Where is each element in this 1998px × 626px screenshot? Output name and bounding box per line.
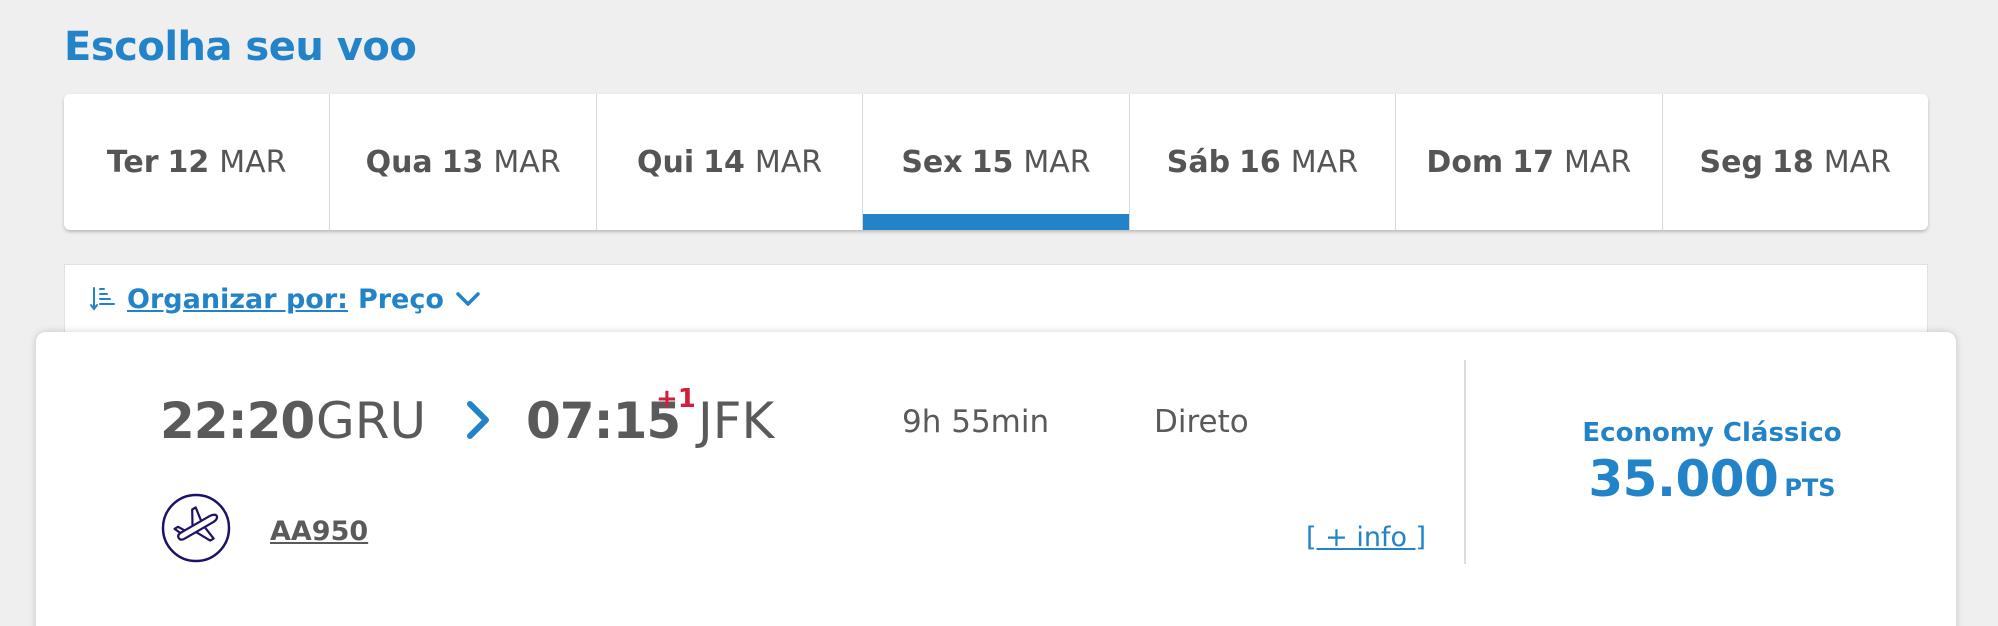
date-tab-day: 14	[703, 144, 745, 180]
date-tab-day: 18	[1771, 144, 1814, 180]
date-tab-month: MAR	[219, 144, 287, 180]
flight-number-link[interactable]: AA950	[270, 516, 368, 547]
flight-card[interactable]: 22:20 GRU 07:15 +1 JFK 9h 55min Direto A…	[36, 332, 1956, 626]
date-tab-weekday: Qui	[636, 144, 695, 180]
sort-bar: Organizar por: Preço	[64, 264, 1928, 334]
date-tab-18[interactable]: Seg 18 MAR	[1663, 94, 1928, 230]
date-tab-weekday: Ter	[106, 144, 159, 180]
airplane-icon	[161, 493, 231, 563]
departure-airport: GRU	[316, 392, 427, 450]
sort-value[interactable]: Preço	[358, 284, 444, 315]
date-tab-16[interactable]: Sáb 16 MAR	[1130, 94, 1397, 230]
date-tab-month: MAR	[1023, 144, 1091, 180]
date-tab-14[interactable]: Qui 14 MAR	[597, 94, 864, 230]
date-tabs: Ter 12 MAR Qua 13 MAR Qui 14 MAR Sex 15 …	[64, 94, 1928, 230]
fare-option-economy-classico[interactable]: Economy Clássico 35.000 PTS	[1468, 418, 1956, 508]
date-tab-weekday: Qua	[365, 144, 433, 180]
date-tab-month: MAR	[1290, 144, 1359, 180]
arrival-airport: JFK	[698, 392, 775, 450]
date-tab-month: MAR	[493, 144, 561, 180]
date-tab-weekday: Sáb	[1166, 144, 1231, 180]
divider	[1464, 360, 1466, 564]
date-tab-day: 12	[167, 144, 210, 180]
day-offset-badge: +1	[656, 384, 696, 414]
date-tab-day: 15	[971, 144, 1014, 180]
date-tab-weekday: Sex	[901, 144, 963, 180]
sort-icon[interactable]	[89, 285, 117, 313]
date-tab-15-selected[interactable]: Sex 15 MAR	[863, 94, 1130, 230]
departure-time: 22:20	[160, 392, 315, 450]
date-tab-month: MAR	[1563, 144, 1632, 180]
date-tab-17[interactable]: Dom 17 MAR	[1396, 94, 1663, 230]
fare-points-unit: PTS	[1784, 474, 1836, 502]
date-tab-13[interactable]: Qua 13 MAR	[330, 94, 597, 230]
chevron-right-icon	[467, 401, 489, 439]
sort-by-link[interactable]: Organizar por:	[127, 284, 348, 315]
date-tab-weekday: Dom	[1426, 144, 1504, 180]
date-tab-day: 17	[1512, 144, 1554, 180]
more-info-link[interactable]: [ + info ]	[1306, 522, 1426, 553]
date-tab-month: MAR	[754, 144, 823, 180]
page-title: Escolha seu voo	[64, 24, 417, 70]
flight-stops: Direto	[1154, 404, 1249, 440]
fare-points: 35.000	[1588, 450, 1779, 508]
date-tab-month: MAR	[1823, 144, 1891, 180]
date-tab-day: 13	[441, 144, 484, 180]
flight-duration: 9h 55min	[902, 404, 1050, 440]
date-tab-weekday: Seg	[1699, 144, 1763, 180]
date-tab-day: 16	[1239, 144, 1281, 180]
date-tab-12[interactable]: Ter 12 MAR	[64, 94, 331, 230]
fare-price: 35.000 PTS	[1468, 450, 1956, 508]
fare-class-label: Economy Clássico	[1582, 418, 1842, 448]
chevron-down-icon[interactable]	[454, 289, 482, 309]
